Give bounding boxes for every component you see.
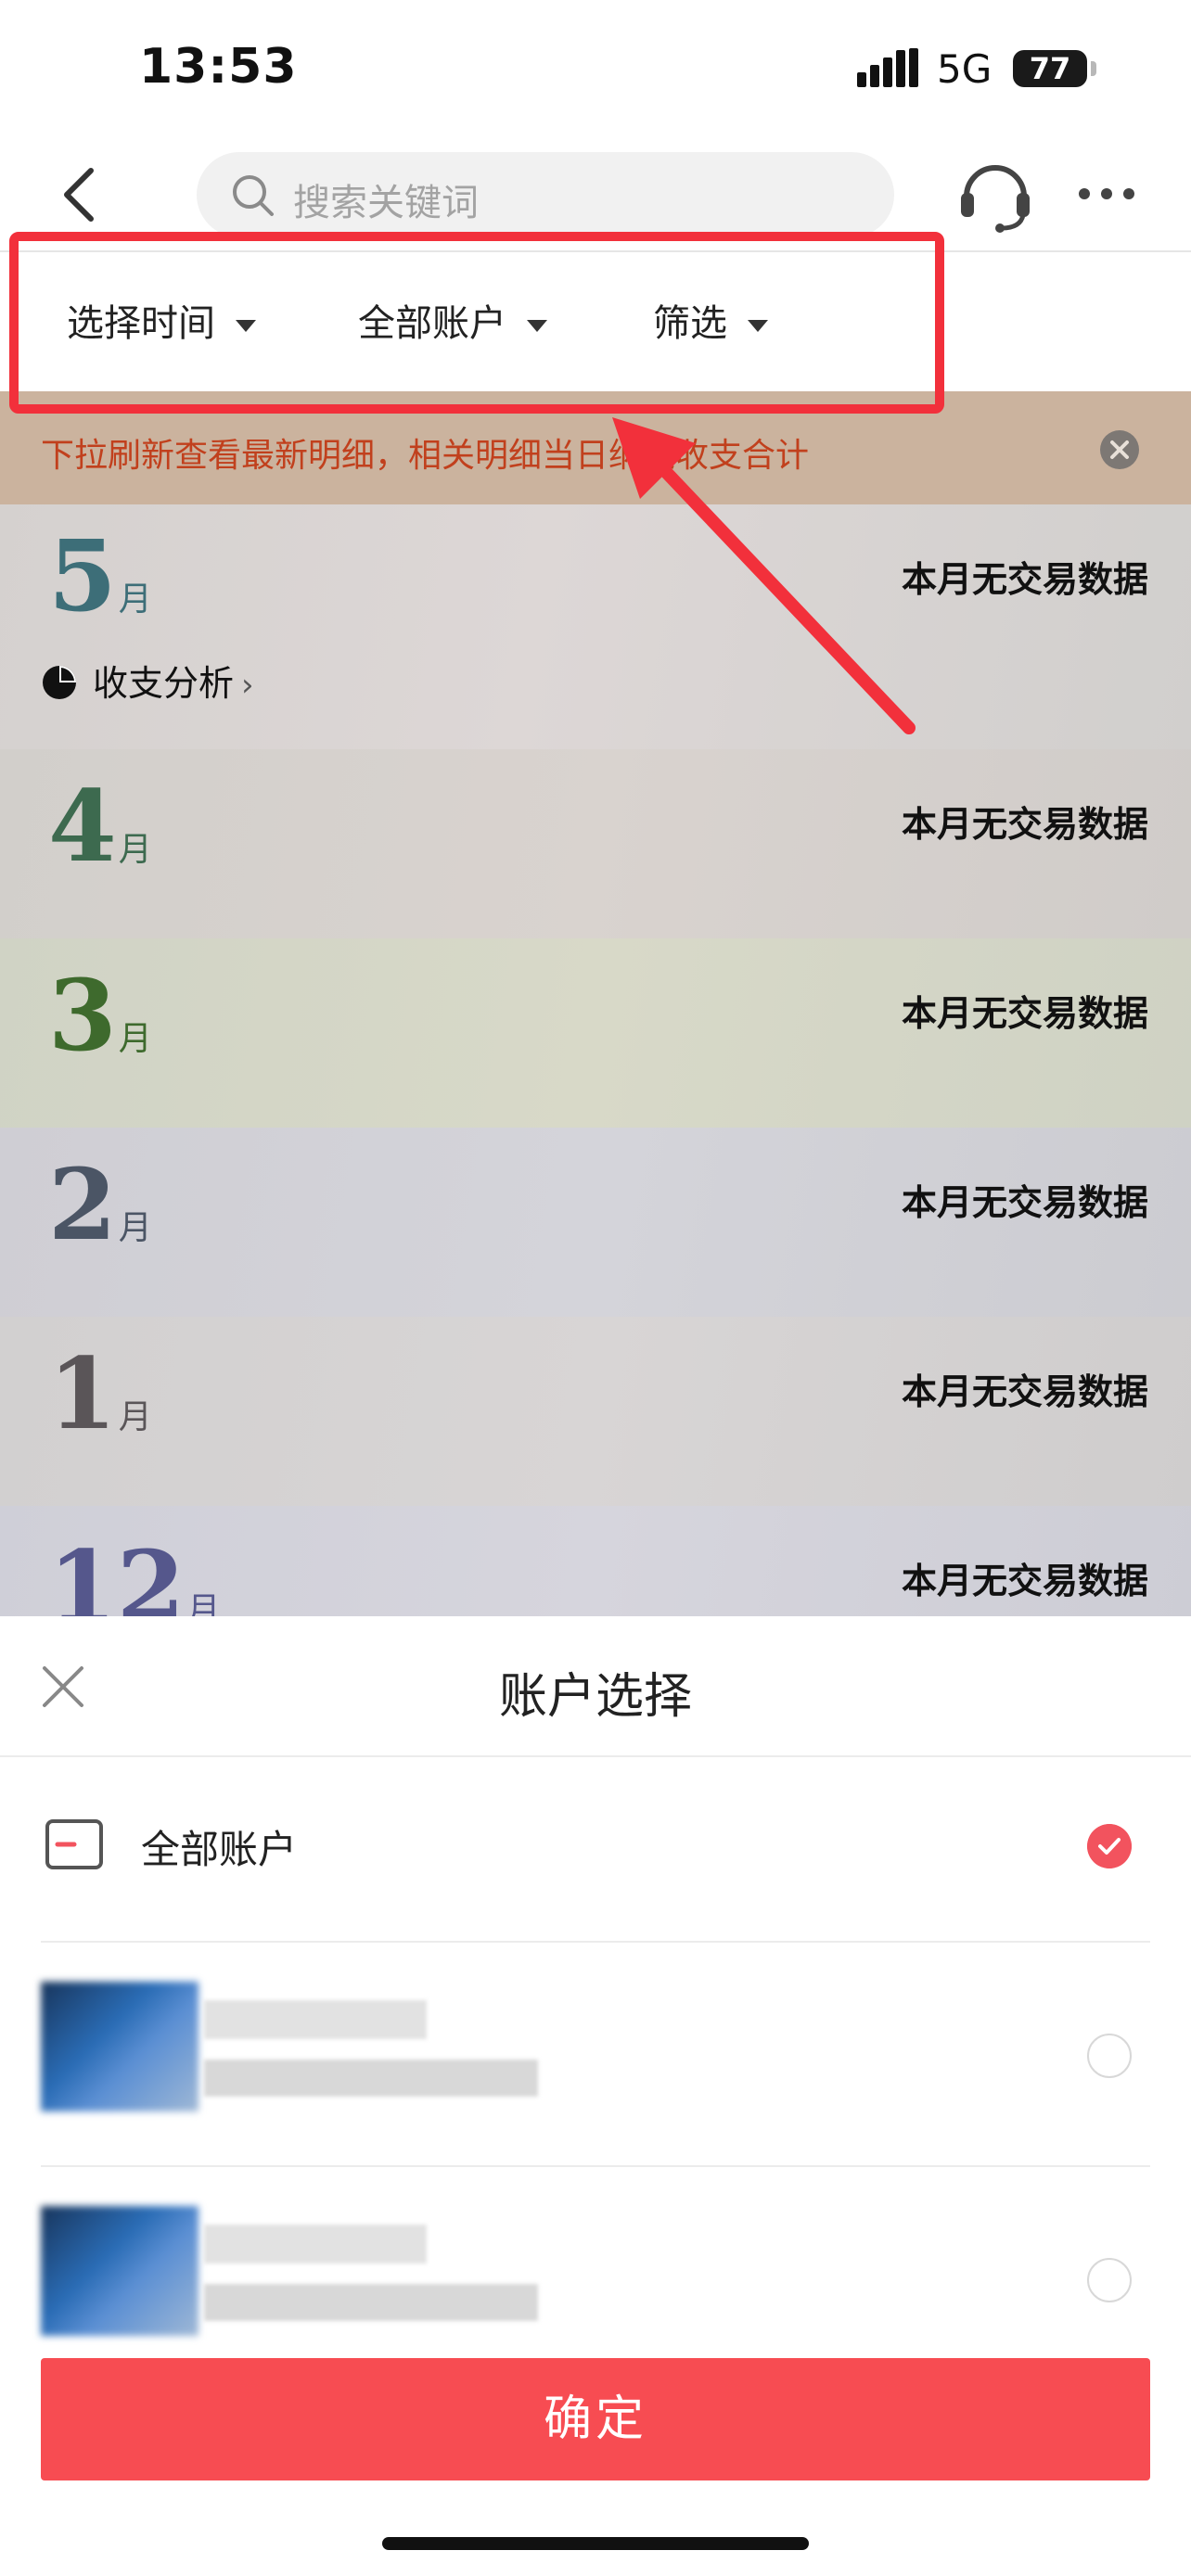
search-icon <box>233 175 274 216</box>
account-option[interactable] <box>41 1945 1150 2167</box>
signal-icon <box>857 48 918 87</box>
battery-indicator: 77 <box>1013 50 1087 87</box>
month-row-3[interactable]: 3月 本月无交易数据 <box>0 938 1191 1128</box>
customer-service-icon[interactable] <box>957 154 1033 234</box>
analysis-label: 收支分析 <box>93 663 235 704</box>
more-icon[interactable] <box>1076 185 1137 202</box>
battery-tip <box>1091 61 1096 76</box>
status-time: 13:53 <box>139 39 298 95</box>
month-label: 4月 <box>48 768 152 884</box>
month-label: 2月 <box>48 1146 152 1262</box>
redacted-text <box>204 2284 538 2321</box>
card-thumbnail <box>41 2206 198 2336</box>
month-status: 本月无交易数据 <box>901 993 1148 1034</box>
account-option-all[interactable]: 全部账户 <box>41 1757 1150 1943</box>
month-row-5[interactable]: 5月 本月无交易数据 收支分析 › <box>0 504 1191 749</box>
radio-unchecked[interactable] <box>1087 2258 1132 2302</box>
highlight-box <box>9 232 944 414</box>
back-icon[interactable] <box>54 158 104 232</box>
month-status: 本月无交易数据 <box>901 1371 1148 1412</box>
month-status: 本月无交易数据 <box>901 804 1148 845</box>
month-status: 本月无交易数据 <box>901 559 1148 600</box>
pie-chart-icon <box>43 666 76 699</box>
month-label: 1月 <box>48 1335 152 1451</box>
month-status: 本月无交易数据 <box>901 1182 1148 1223</box>
analysis-link[interactable]: 收支分析 › <box>41 655 254 706</box>
month-label: 5月 <box>48 517 152 633</box>
sheet-header: 账户选择 <box>0 1616 1191 1757</box>
card-icon <box>45 1819 103 1869</box>
month-label: 3月 <box>48 957 152 1073</box>
month-row-12[interactable]: 12月 本月无交易数据 <box>0 1506 1191 1619</box>
month-row-4[interactable]: 4月 本月无交易数据 <box>0 749 1191 938</box>
redacted-text <box>204 2060 538 2097</box>
close-icon[interactable] <box>1100 430 1139 469</box>
month-label: 12月 <box>48 1528 221 1620</box>
status-bar: 13:53 5G 77 <box>0 0 1191 139</box>
radio-unchecked[interactable] <box>1087 2034 1132 2078</box>
month-status: 本月无交易数据 <box>901 1561 1148 1601</box>
redacted-text <box>204 2000 427 2039</box>
card-thumbnail <box>41 1982 198 2111</box>
chevron-right-icon: › <box>241 667 254 704</box>
search-placeholder: 搜索关键词 <box>293 182 479 224</box>
month-row-1[interactable]: 1月 本月无交易数据 <box>0 1317 1191 1506</box>
account-label: 全部账户 <box>141 1827 298 1872</box>
notice-text: 下拉刷新查看最新明细，相关明细当日纳入收支合计 <box>41 437 810 475</box>
sheet-title: 账户选择 <box>498 1669 692 1725</box>
redacted-text <box>204 2225 427 2264</box>
check-icon[interactable] <box>1087 1824 1132 1868</box>
home-indicator <box>382 2537 809 2550</box>
network-type: 5G <box>937 46 992 92</box>
confirm-button[interactable]: 确定 <box>41 2358 1150 2480</box>
search-input[interactable]: 搜索关键词 <box>197 152 894 237</box>
month-row-2[interactable]: 2月 本月无交易数据 <box>0 1128 1191 1317</box>
